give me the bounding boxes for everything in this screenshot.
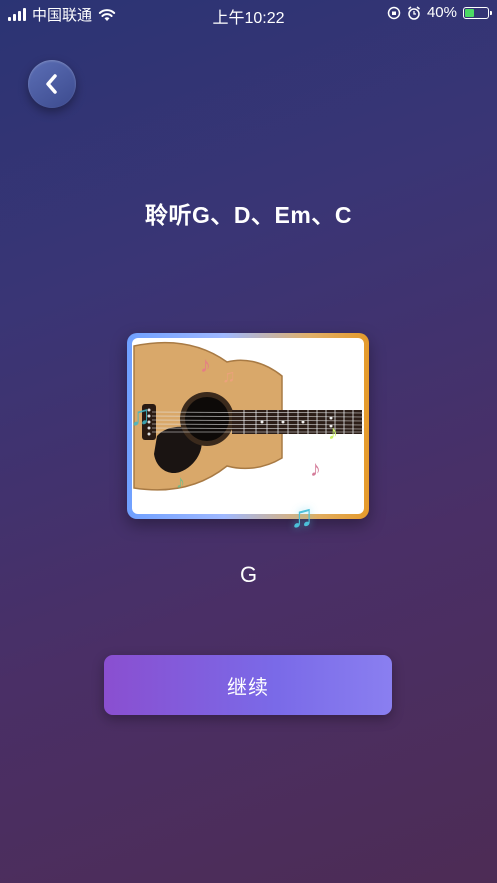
music-note-icon: ♫ <box>130 400 151 431</box>
continue-button[interactable]: 继续 <box>104 655 392 715</box>
music-note-icon: ♫ <box>290 498 314 534</box>
status-bar: 中国联通 上午10:22 40% <box>0 0 497 28</box>
music-note-icon: ♪ <box>200 352 211 377</box>
back-button[interactable] <box>28 60 76 108</box>
battery-percent: 40% <box>426 4 457 21</box>
guitar-image: ♪ ♫ ♪ ♪ ♪ <box>132 338 364 514</box>
guitar-image-card: ♪ ♫ ♪ ♪ ♪ <box>127 333 369 519</box>
page-title: 聆听G、D、Em、C <box>145 202 352 228</box>
music-note-icon: ♪ <box>176 472 185 492</box>
chord-label: G <box>239 562 258 587</box>
music-note-icon: ♪ <box>328 422 338 444</box>
status-right: 40% <box>387 4 492 21</box>
orientation-lock-icon <box>387 6 401 19</box>
chevron-left-icon <box>46 74 57 94</box>
battery-icon <box>463 6 492 19</box>
music-note-icon: ♫ <box>222 366 236 386</box>
alarm-icon <box>408 5 420 20</box>
music-note-icon: ♪ <box>310 456 321 481</box>
